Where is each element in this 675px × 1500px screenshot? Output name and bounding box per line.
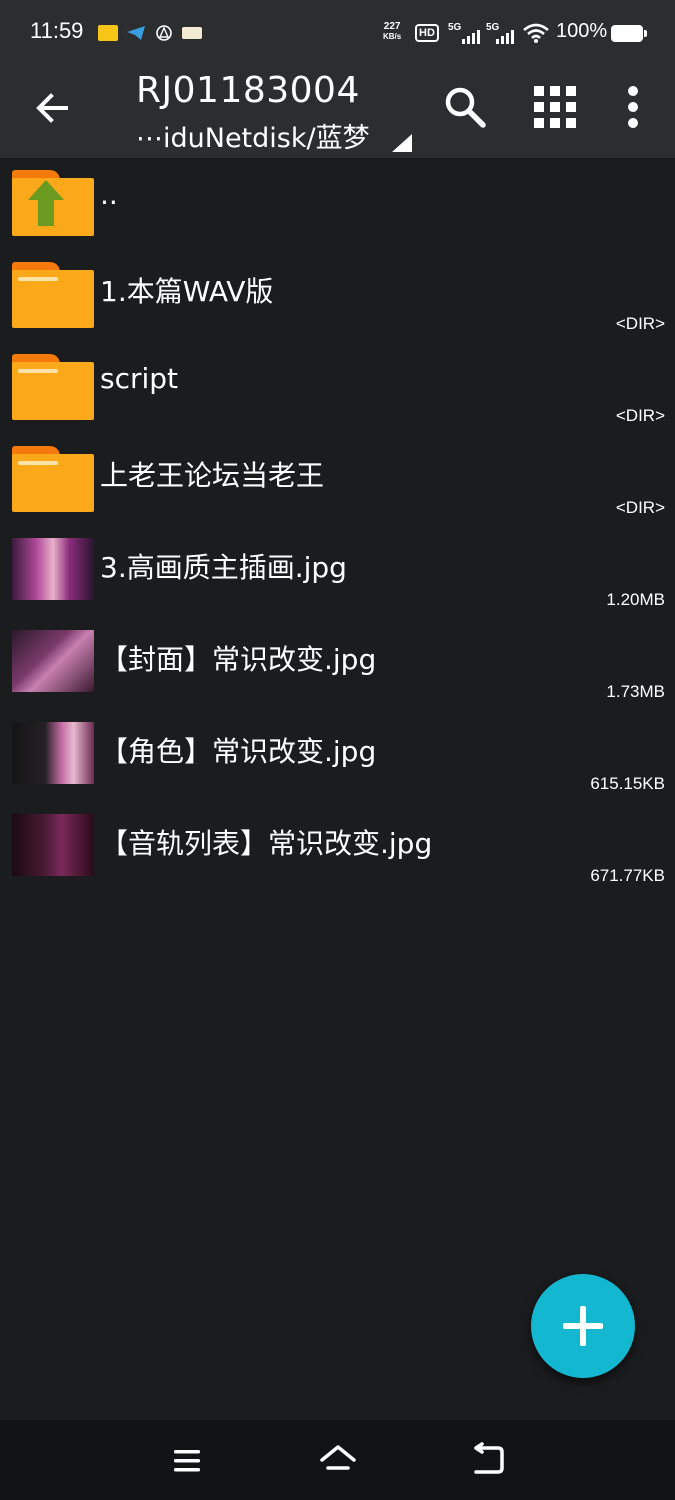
hd-label: HD [419, 27, 435, 39]
list-item[interactable]: 3.高画质主插画.jpg 1.20MB [0, 526, 675, 618]
card-icon [182, 27, 202, 39]
signal-2-icon: 5G [486, 22, 516, 44]
add-button[interactable] [531, 1274, 635, 1378]
app-bar: RJ01183004 ⋯iduNetdisk/蓝梦 [0, 66, 675, 158]
page-title: RJ01183004 [136, 70, 360, 111]
back-arrow-icon[interactable] [30, 86, 74, 130]
net-speed: 227 KB/s [383, 22, 401, 42]
back-icon[interactable] [470, 1442, 506, 1478]
list-item[interactable]: 【封面】常识改变.jpg 1.73MB [0, 618, 675, 710]
folder-icon [12, 354, 94, 420]
signal-1-icon: 5G [448, 22, 480, 44]
list-item[interactable]: 上老王论坛当老王 <DIR> [0, 434, 675, 526]
file-name: .. [100, 178, 118, 211]
file-name: 上老王论坛当老王 [100, 459, 325, 492]
file-meta: 615.15KB [590, 774, 665, 793]
file-name: 1.本篇WAV版 [100, 275, 274, 308]
warning-icon [154, 25, 174, 41]
battery-percent: 100% [556, 20, 608, 42]
file-name: 【封面】常识改变.jpg [100, 643, 377, 676]
menu-icon[interactable] [170, 1446, 204, 1476]
more-vertical-icon[interactable] [620, 84, 646, 130]
image-thumbnail [12, 814, 94, 880]
image-thumbnail [12, 630, 94, 696]
grid-view-icon[interactable] [534, 86, 576, 128]
list-item[interactable]: 1.本篇WAV版 <DIR> [0, 250, 675, 342]
file-name: 【音轨列表】常识改变.jpg [100, 827, 433, 860]
image-thumbnail [12, 538, 94, 604]
file-meta: 1.20MB [606, 590, 665, 609]
file-name: 【角色】常识改变.jpg [100, 735, 377, 768]
telegram-icon [126, 25, 146, 41]
path-dropdown-icon[interactable] [392, 134, 412, 152]
signal-2-label: 5G [486, 22, 500, 33]
image-thumbnail [12, 722, 94, 788]
net-speed-value: 227 [383, 21, 401, 32]
list-item[interactable]: 【音轨列表】常识改变.jpg 671.77KB [0, 802, 675, 894]
wifi-icon [522, 22, 550, 44]
file-meta: <DIR> [615, 498, 665, 517]
folder-icon [12, 262, 94, 328]
search-icon[interactable] [442, 84, 488, 130]
net-speed-unit: KB/s [383, 32, 402, 41]
path-subtitle[interactable]: ⋯iduNetdisk/蓝梦 [136, 116, 370, 155]
hd-badge: HD [415, 24, 439, 42]
list-item-parent[interactable]: .. [0, 158, 675, 250]
folder-icon [12, 446, 94, 512]
home-icon[interactable] [318, 1442, 358, 1478]
system-nav-bar [0, 1420, 675, 1500]
file-list: .. 1.本篇WAV版 <DIR> script <DIR> 上老王论坛当老王 … [0, 158, 675, 894]
file-name: script [100, 362, 179, 395]
file-name: 3.高画质主插画.jpg [100, 551, 347, 584]
file-meta: 1.73MB [606, 682, 665, 701]
status-bar: 11:59 227 KB/s HD 5G 5G 100% [0, 0, 675, 66]
list-item[interactable]: script <DIR> [0, 342, 675, 434]
signal-1-label: 5G [448, 22, 462, 33]
status-time: 11:59 [30, 18, 84, 43]
app-notification-icon [98, 25, 118, 41]
file-meta: <DIR> [615, 406, 665, 425]
list-item[interactable]: 【角色】常识改变.jpg 615.15KB [0, 710, 675, 802]
file-meta: 671.77KB [590, 866, 665, 885]
battery-icon [611, 25, 647, 42]
parent-folder-icon [12, 170, 94, 236]
file-meta: <DIR> [615, 314, 665, 333]
